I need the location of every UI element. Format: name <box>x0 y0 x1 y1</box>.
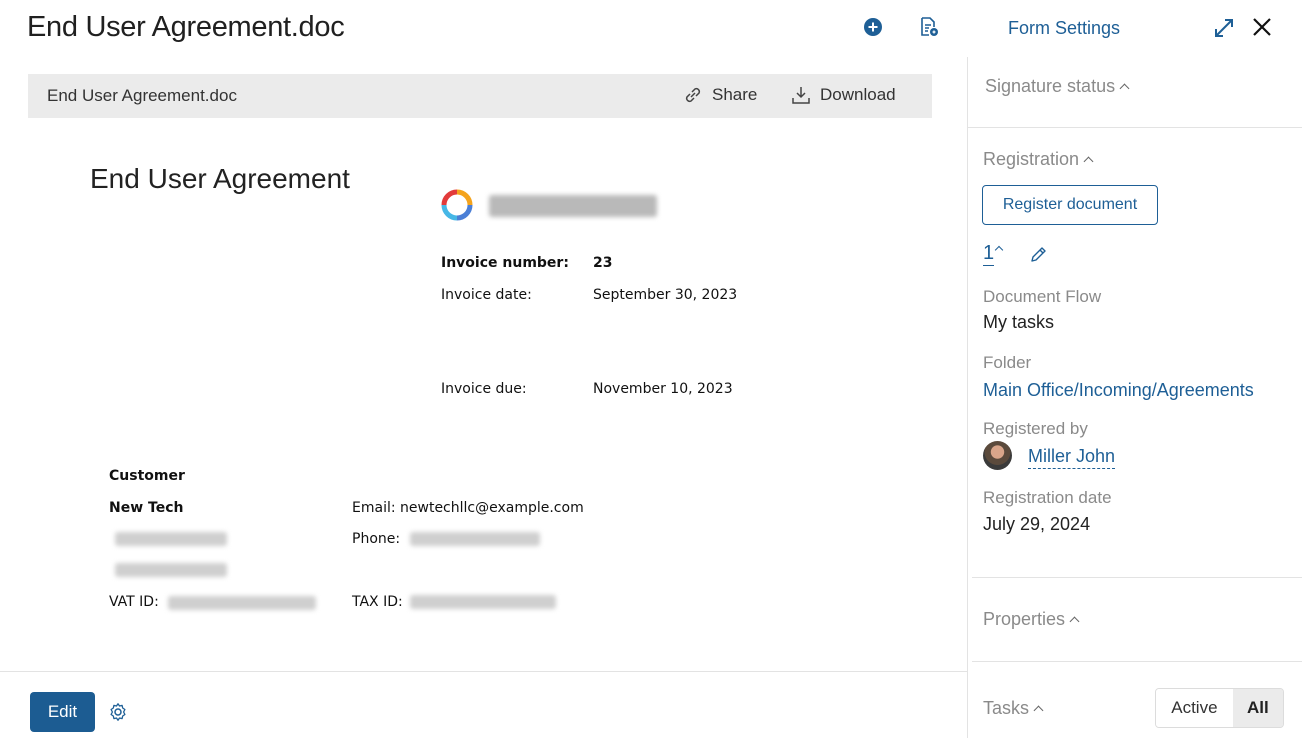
download-icon <box>792 87 810 104</box>
redacted-company-name <box>489 195 657 217</box>
chevron-up-icon <box>1033 705 1044 716</box>
email-line: Email: newtechllc@example.com <box>352 500 584 516</box>
invoice-number-value: 23 <box>593 255 613 271</box>
gear-icon[interactable] <box>108 702 128 722</box>
vat-id-label: VAT ID: <box>109 594 159 610</box>
email-label: Email: <box>352 500 396 516</box>
invoice-date-label: Invoice date: <box>441 287 532 303</box>
document-flow-value: My tasks <box>983 312 1055 332</box>
email-value: newtechllc@example.com <box>400 500 584 516</box>
document-flow-label: Document Flow <box>983 287 1102 306</box>
share-label: Share <box>712 85 758 104</box>
redacted-tax-id <box>410 595 556 609</box>
download-button[interactable]: Download <box>790 84 896 106</box>
close-icon[interactable] <box>1251 16 1273 38</box>
tasks-label: Tasks <box>983 698 1030 718</box>
customer-name: New Tech <box>109 500 184 516</box>
phone-label: Phone: <box>352 531 401 547</box>
tax-id-label: TAX ID: <box>352 594 403 610</box>
footer-divider <box>0 671 967 672</box>
tasks-filter-all[interactable]: All <box>1232 689 1283 727</box>
document-toolbar: End User Agreement.doc Share Download <box>28 74 932 118</box>
folder-label: Folder <box>983 353 1032 372</box>
invoice-due-value: November 10, 2023 <box>593 381 733 397</box>
chevron-up-icon[interactable] <box>994 245 1004 255</box>
registration-date-label: Registration date <box>983 488 1112 507</box>
signature-status-label: Signature status <box>985 76 1116 96</box>
document-heading: End User Agreement <box>90 163 350 194</box>
registration-toggle[interactable]: Registration <box>983 149 1094 170</box>
invoice-date-value: September 30, 2023 <box>593 287 738 303</box>
registered-by-user-link[interactable]: Miller John <box>1028 446 1116 469</box>
register-document-button[interactable]: Register document <box>982 185 1158 225</box>
properties-label: Properties <box>983 609 1066 629</box>
page-title: End User Agreement.doc <box>27 11 345 43</box>
registration-date-value: July 29, 2024 <box>983 514 1091 534</box>
section-divider <box>972 661 1302 662</box>
redacted-phone <box>410 532 540 546</box>
redacted-vat-id <box>168 596 316 610</box>
tasks-filter-toggle: Active All <box>1155 688 1284 728</box>
share-button[interactable]: Share <box>682 84 757 106</box>
registered-by-label: Registered by <box>983 419 1088 438</box>
panel-divider <box>967 57 968 738</box>
customer-label: Customer <box>109 468 185 484</box>
expand-icon[interactable] <box>1213 17 1235 39</box>
pencil-icon[interactable] <box>1029 245 1048 264</box>
signature-status-toggle[interactable]: Signature status <box>985 76 1130 97</box>
invoice-number-label: Invoice number: <box>441 255 569 271</box>
download-label: Download <box>820 85 896 104</box>
edit-button[interactable]: Edit <box>30 692 95 732</box>
properties-toggle[interactable]: Properties <box>983 609 1080 630</box>
redacted-address-line <box>115 563 227 577</box>
add-icon[interactable] <box>862 16 884 38</box>
chevron-up-icon <box>1069 616 1080 627</box>
company-logo <box>441 189 473 221</box>
tasks-filter-active[interactable]: Active <box>1156 689 1233 727</box>
tasks-toggle[interactable]: Tasks <box>983 698 1044 719</box>
chevron-up-icon <box>1083 156 1094 167</box>
invoice-due-label: Invoice due: <box>441 381 527 397</box>
chevron-up-icon <box>1119 83 1130 94</box>
document-settings-icon[interactable] <box>918 16 940 38</box>
registration-number[interactable]: 1 <box>983 242 995 266</box>
avatar <box>983 441 1012 470</box>
section-divider <box>972 577 1302 578</box>
redacted-address-line <box>115 532 227 546</box>
folder-link[interactable]: Main Office/Incoming/Agreements <box>983 380 1254 401</box>
section-divider <box>968 127 1302 128</box>
document-file-name: End User Agreement.doc <box>47 86 237 105</box>
link-icon <box>685 87 701 103</box>
form-settings-link[interactable]: Form Settings <box>1008 18 1120 39</box>
registration-label: Registration <box>983 149 1080 169</box>
